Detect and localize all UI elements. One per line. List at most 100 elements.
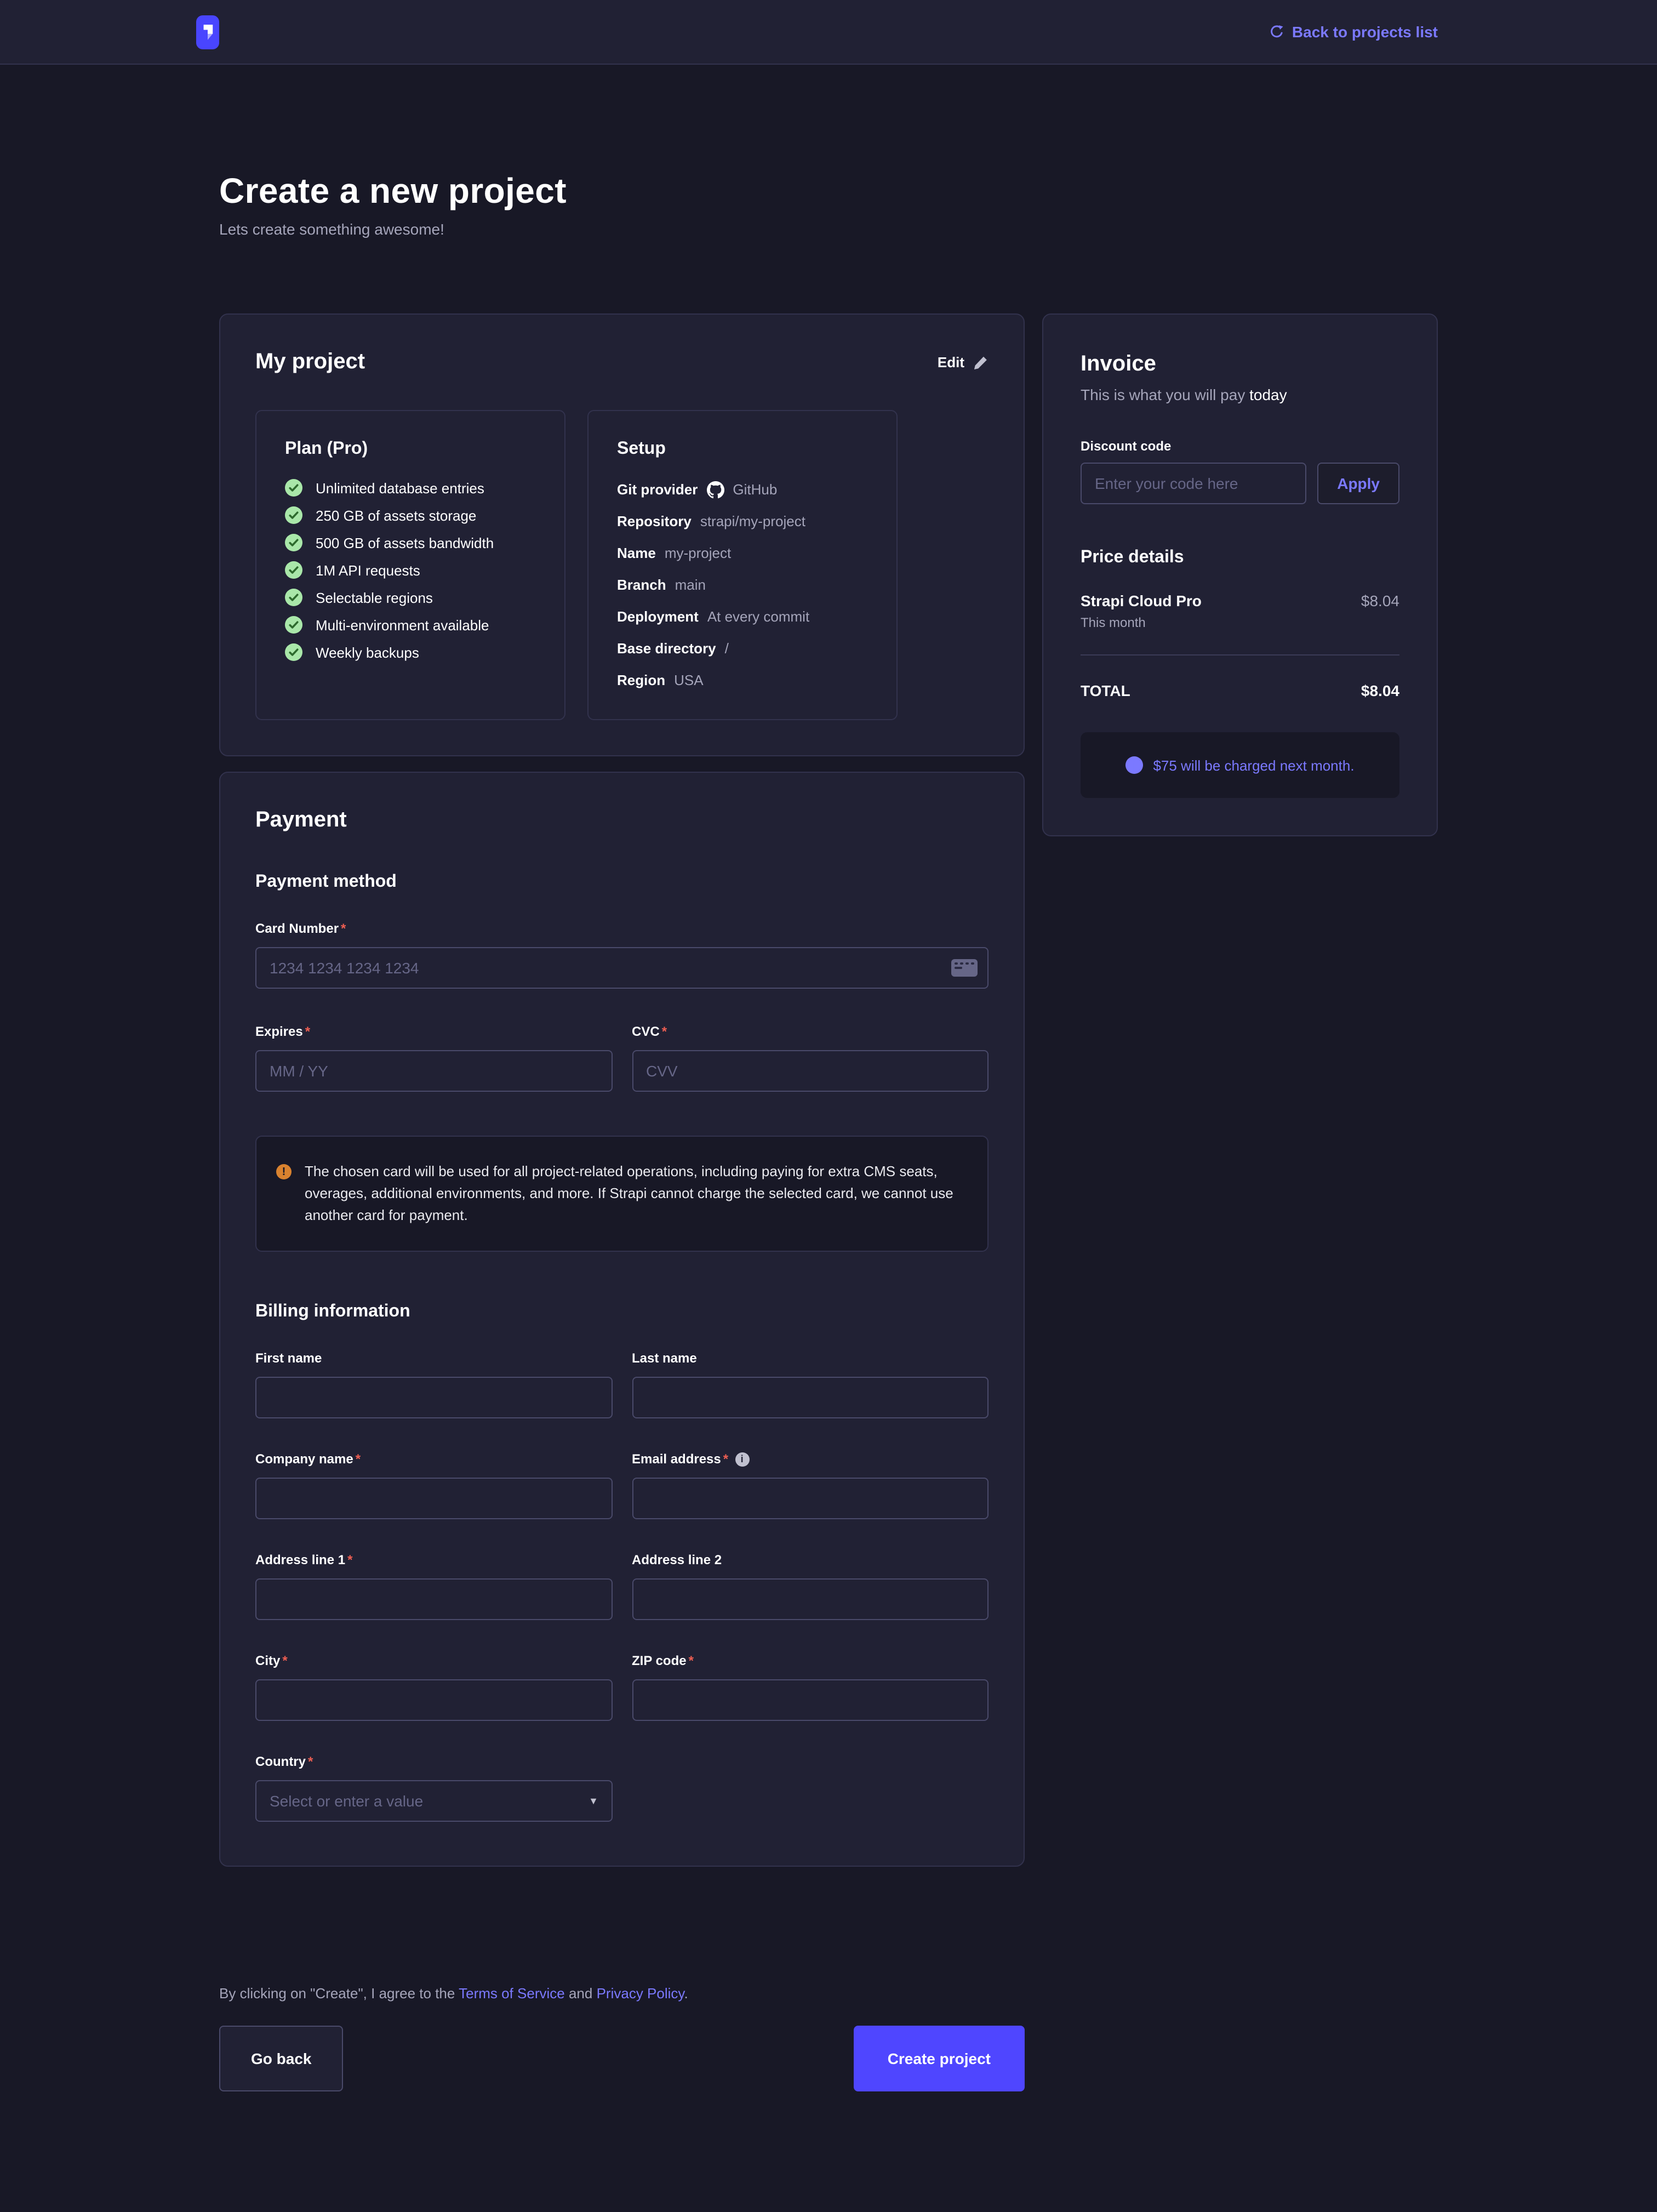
plan-feature: 500 GB of assets bandwidth bbox=[285, 534, 536, 551]
pencil-icon bbox=[973, 355, 989, 370]
main-content: Create a new project Lets create somethi… bbox=[0, 171, 1657, 2091]
last-name-field: Last name bbox=[632, 1348, 989, 1418]
plan-feature-list: Unlimited database entries 250 GB of ass… bbox=[285, 479, 536, 661]
privacy-policy-link[interactable]: Privacy Policy bbox=[597, 1985, 684, 2002]
plan-feature: Weekly backups bbox=[285, 643, 536, 661]
setup-row-deployment: Deployment At every commit bbox=[617, 606, 868, 627]
next-month-note-text: $75 will be charged next month. bbox=[1153, 757, 1354, 773]
city-label: City* bbox=[255, 1653, 288, 1668]
next-month-note: i $75 will be charged next month. bbox=[1081, 732, 1399, 798]
discount-code-label: Discount code bbox=[1081, 438, 1399, 454]
card-usage-notice: ! The chosen card will be used for all p… bbox=[255, 1136, 989, 1252]
discount-code-input[interactable] bbox=[1081, 463, 1306, 504]
content-columns: My project Edit Plan (Pro) bbox=[219, 313, 1438, 1867]
check-circle-icon bbox=[285, 561, 302, 579]
discount-row: Apply bbox=[1081, 463, 1399, 504]
email-address-input[interactable] bbox=[632, 1478, 989, 1519]
check-circle-icon bbox=[285, 534, 302, 551]
required-asterisk: * bbox=[308, 1754, 313, 1769]
email-address-field: Email address* i bbox=[632, 1449, 989, 1519]
billing-information-title: Billing information bbox=[255, 1302, 989, 1322]
email-address-label: Email address* i bbox=[632, 1451, 749, 1467]
billing-grid: First name Last name Compa bbox=[255, 1348, 989, 1721]
expires-input[interactable] bbox=[255, 1050, 612, 1092]
price-item-period: This month bbox=[1081, 615, 1399, 630]
first-name-input[interactable] bbox=[255, 1377, 612, 1418]
check-circle-icon bbox=[285, 479, 302, 497]
last-name-label: Last name bbox=[632, 1350, 697, 1366]
last-name-input[interactable] bbox=[632, 1377, 989, 1418]
setup-rows: Git provider GitHub Repository strapi/my… bbox=[617, 479, 868, 691]
plan-feature: Multi-environment available bbox=[285, 616, 536, 634]
back-arrow-icon bbox=[1269, 24, 1284, 39]
required-asterisk: * bbox=[347, 1552, 352, 1567]
price-item-name: Strapi Cloud Pro bbox=[1081, 592, 1202, 609]
setup-row-repository: Repository strapi/my-project bbox=[617, 511, 868, 532]
first-name-field: First name bbox=[255, 1348, 612, 1418]
address-line-2-field: Address line 2 bbox=[632, 1550, 989, 1620]
first-name-label: First name bbox=[255, 1350, 322, 1366]
edit-label: Edit bbox=[938, 354, 964, 370]
setup-panel: Setup Git provider GitHub bbox=[587, 410, 898, 720]
company-name-label: Company name* bbox=[255, 1451, 361, 1467]
plan-feature: Selectable regions bbox=[285, 589, 536, 606]
setup-row-base-directory: Base directory / bbox=[617, 638, 868, 659]
country-select-placeholder: Select or enter a value bbox=[270, 1792, 423, 1810]
card-number-input[interactable] bbox=[255, 947, 989, 989]
terms-of-service-link[interactable]: Terms of Service bbox=[459, 1985, 565, 2002]
apply-button[interactable]: Apply bbox=[1317, 463, 1399, 504]
strapi-bolt-icon bbox=[199, 20, 216, 44]
info-icon: i bbox=[1125, 756, 1143, 774]
left-column: My project Edit Plan (Pro) bbox=[219, 313, 1025, 1867]
cvc-input[interactable] bbox=[632, 1050, 989, 1092]
chevron-down-icon: ▼ bbox=[588, 1795, 598, 1806]
required-asterisk: * bbox=[662, 1024, 667, 1039]
total-label: TOTAL bbox=[1081, 682, 1130, 699]
city-input[interactable] bbox=[255, 1679, 612, 1721]
country-label: Country* bbox=[255, 1754, 313, 1769]
zip-code-input[interactable] bbox=[632, 1679, 989, 1721]
expires-field: Expires* bbox=[255, 1022, 612, 1092]
invoice-subtitle-highlight: today bbox=[1249, 386, 1287, 403]
plan-feature: Unlimited database entries bbox=[285, 479, 536, 497]
my-project-header: My project Edit bbox=[255, 350, 989, 375]
email-info-icon[interactable]: i bbox=[735, 1452, 749, 1466]
price-line-item: Strapi Cloud Pro $8.04 bbox=[1081, 592, 1399, 609]
warning-icon: ! bbox=[276, 1164, 292, 1179]
setup-row-name: Name my-project bbox=[617, 543, 868, 563]
page: Back to projects list Create a new proje… bbox=[0, 0, 1657, 2212]
address-line-1-label: Address line 1* bbox=[255, 1552, 352, 1567]
company-name-input[interactable] bbox=[255, 1478, 612, 1519]
edit-button[interactable]: Edit bbox=[938, 354, 989, 370]
company-name-field: Company name* bbox=[255, 1449, 612, 1519]
back-to-projects-link[interactable]: Back to projects list bbox=[1269, 23, 1438, 41]
plan-feature: 250 GB of assets storage bbox=[285, 506, 536, 524]
zip-code-field: ZIP code* bbox=[632, 1651, 989, 1721]
create-project-button[interactable]: Create project bbox=[854, 2026, 1025, 2091]
back-link-label: Back to projects list bbox=[1292, 23, 1438, 41]
strapi-logo-icon bbox=[196, 15, 219, 49]
city-field: City* bbox=[255, 1651, 612, 1721]
required-asterisk: * bbox=[305, 1024, 310, 1039]
total-amount: $8.04 bbox=[1361, 682, 1399, 699]
invoice-divider bbox=[1081, 654, 1399, 655]
country-select[interactable]: Select or enter a value ▼ bbox=[255, 1780, 613, 1822]
check-circle-icon bbox=[285, 643, 302, 661]
required-asterisk: * bbox=[356, 1451, 361, 1467]
card-number-wrap bbox=[255, 947, 989, 989]
total-row: TOTAL $8.04 bbox=[1081, 682, 1399, 699]
go-back-button[interactable]: Go back bbox=[219, 2026, 344, 2091]
required-asterisk: * bbox=[341, 921, 346, 936]
card-usage-notice-text: The chosen card will be used for all pro… bbox=[305, 1161, 968, 1227]
cvc-label: CVC* bbox=[632, 1024, 667, 1039]
check-circle-icon bbox=[285, 616, 302, 634]
footer-actions: Go back Create project bbox=[219, 2026, 1025, 2091]
country-field: Country* Select or enter a value ▼ bbox=[255, 1752, 613, 1822]
address-line-1-input[interactable] bbox=[255, 1578, 612, 1620]
page-subtitle: Lets create something awesome! bbox=[219, 220, 1438, 238]
setup-row-region: Region USA bbox=[617, 670, 868, 691]
required-asterisk: * bbox=[689, 1653, 694, 1668]
cvc-field: CVC* bbox=[632, 1022, 989, 1092]
my-project-title: My project bbox=[255, 350, 365, 375]
address-line-2-input[interactable] bbox=[632, 1578, 989, 1620]
